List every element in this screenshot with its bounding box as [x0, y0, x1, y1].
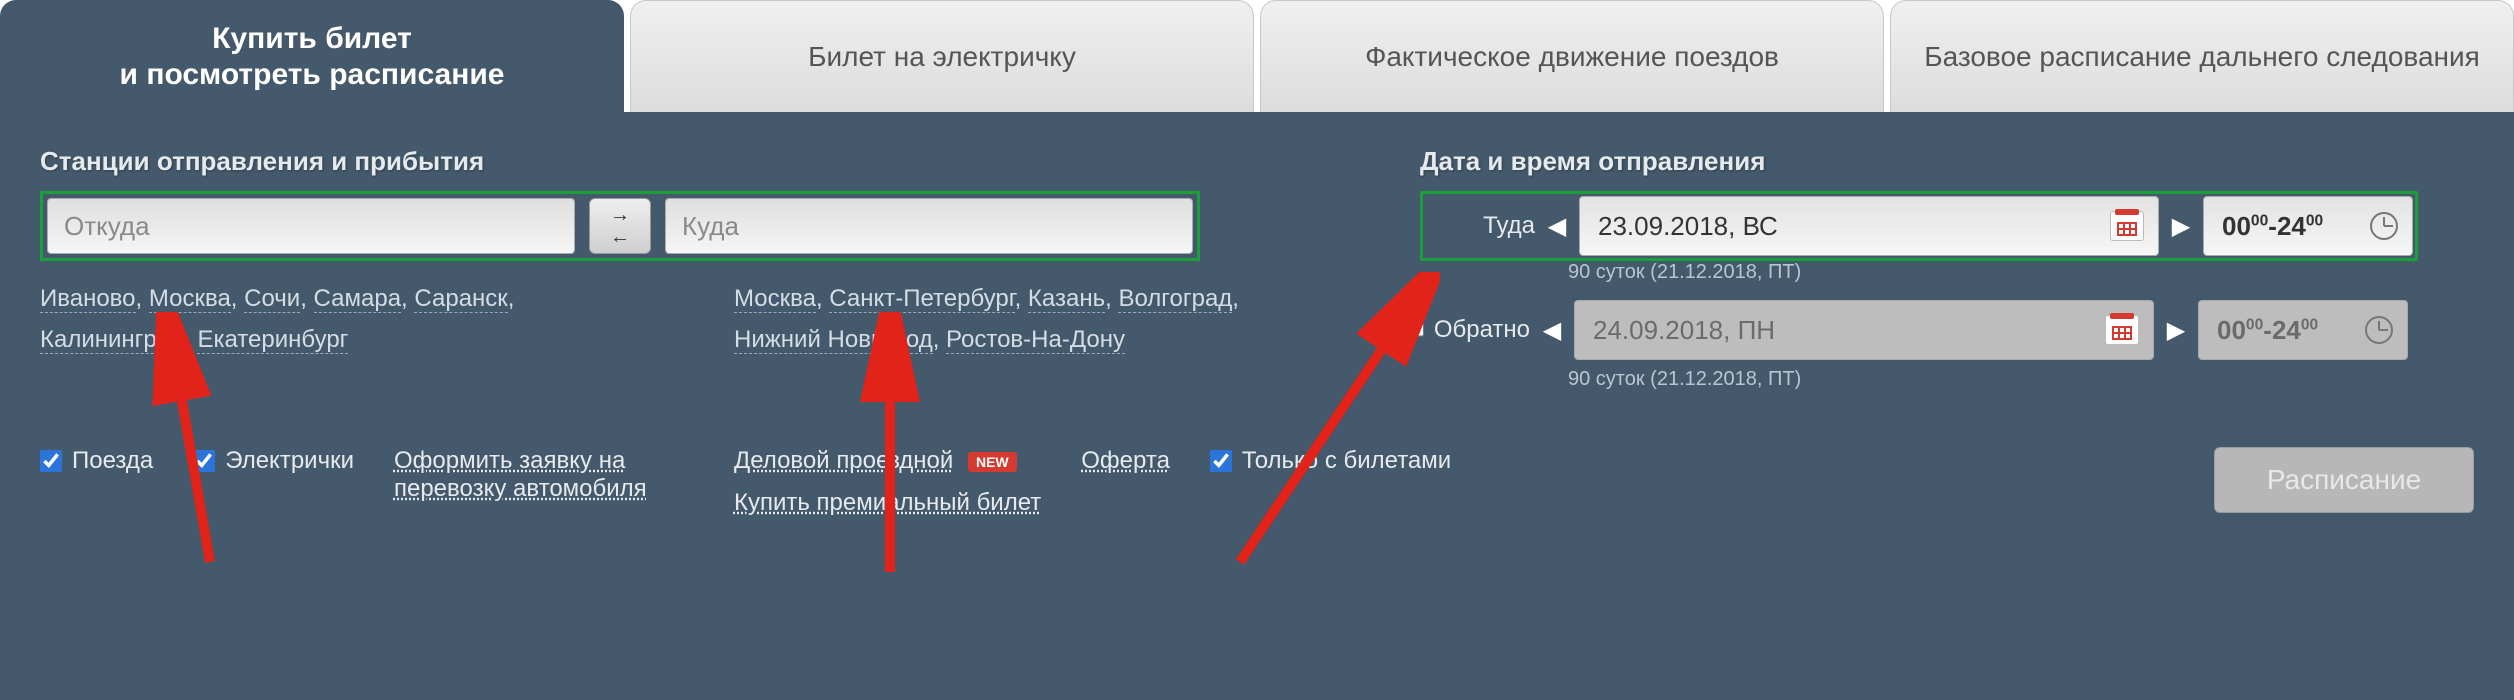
date-prev-button[interactable]: ◀ [1547, 209, 1567, 243]
offer-link[interactable]: Оферта [1081, 447, 1170, 475]
from-quick-links: Иваново, Москва, Сочи, Самара, Саранск, … [40, 279, 600, 361]
local-checkbox[interactable] [193, 450, 215, 472]
trains-checkbox-wrap[interactable]: Поезда [40, 447, 153, 475]
there-date-value: 23.09.2018, ВС [1598, 211, 1778, 242]
there-label: Туда [1425, 212, 1535, 240]
arrow-left-icon: ← [610, 227, 630, 247]
to-quick-link[interactable]: Нижний Новгород [734, 326, 933, 354]
tab-buy-ticket[interactable]: Купить билет и посмотреть расписание [0, 0, 624, 112]
arrow-right-icon: → [610, 205, 630, 225]
back-time-value: 0000-2400 [2217, 315, 2318, 346]
trains-checkbox[interactable] [40, 450, 62, 472]
there-note: 90 суток (21.12.2018, ПТ) [1568, 261, 2474, 284]
from-quick-link[interactable]: Калининград [40, 326, 184, 354]
tab-local-train[interactable]: Билет на электричку [630, 0, 1254, 112]
to-quick-link[interactable]: Казань [1028, 285, 1105, 313]
dates-block: Дата и время отправления Туда ◀ 23.09.20… [1420, 146, 2474, 407]
from-quick-link[interactable]: Сочи [244, 285, 300, 313]
to-quick-link[interactable]: Москва [734, 285, 816, 313]
bottom-row: Поезда Электрички Оформить заявку на пер… [40, 447, 2474, 517]
back-date-field[interactable]: 24.09.2018, ПН [1574, 300, 2154, 360]
business-pass-link[interactable]: Деловой проездной [734, 447, 953, 474]
from-quick-link[interactable]: Саранск [414, 285, 507, 313]
tab-actual-movement[interactable]: Фактическое движение поездов [1260, 0, 1884, 112]
there-row-outline: Туда ◀ 23.09.2018, ВС ▶ 0000-2400 [1420, 191, 2418, 261]
from-quick-link[interactable]: Иваново [40, 285, 136, 313]
return-checkbox[interactable] [1411, 319, 1424, 341]
there-time-value: 0000-2400 [2222, 211, 2323, 242]
from-input[interactable] [47, 198, 575, 254]
car-transport-link[interactable]: Оформить заявку на перевозку автомобиля [394, 447, 647, 502]
tabs-bar: Купить билет и посмотреть расписание Бил… [0, 0, 2514, 112]
only-tickets-wrap[interactable]: Только с билетами [1210, 447, 1451, 475]
to-input[interactable] [665, 198, 1193, 254]
stations-title: Станции отправления и прибытия [40, 146, 1340, 177]
to-quick-link[interactable]: Санкт-Петербург [829, 285, 1014, 313]
search-panel: Станции отправления и прибытия → ← Ивано… [0, 112, 2514, 541]
clock-icon [2370, 212, 2398, 240]
tab-base-schedule[interactable]: Базовое расписание дальнего следования [1890, 0, 2514, 112]
from-quick-link[interactable]: Екатеринбург [197, 326, 348, 354]
dates-title: Дата и время отправления [1420, 146, 2474, 177]
back-date-prev-button[interactable]: ◀ [1542, 313, 1562, 347]
to-quick-links: Москва, Санкт-Петербург, Казань, Волгогр… [734, 279, 1294, 361]
date-next-button[interactable]: ▶ [2171, 209, 2191, 243]
premium-ticket-link[interactable]: Купить премиальный билет [734, 489, 1041, 517]
back-time-field[interactable]: 0000-2400 [2198, 300, 2408, 360]
back-date-value: 24.09.2018, ПН [1593, 315, 1775, 346]
to-quick-link[interactable]: Ростов-На-Дону [946, 326, 1125, 354]
back-note: 90 суток (21.12.2018, ПТ) [1568, 368, 2474, 391]
new-badge: NEW [968, 452, 1017, 472]
swap-button[interactable]: → ← [589, 198, 651, 254]
calendar-icon [2105, 315, 2139, 345]
there-date-field[interactable]: 23.09.2018, ВС [1579, 196, 2159, 256]
back-label: Обратно [1420, 316, 1530, 344]
schedule-button[interactable]: Расписание [2214, 447, 2474, 513]
there-time-field[interactable]: 0000-2400 [2203, 196, 2413, 256]
from-quick-link[interactable]: Самара [314, 285, 402, 313]
station-inputs-wrap: → ← [40, 191, 1200, 261]
calendar-icon [2110, 211, 2144, 241]
clock-icon [2365, 316, 2393, 344]
to-quick-link[interactable]: Волгоград [1118, 285, 1232, 313]
only-tickets-checkbox[interactable] [1210, 450, 1232, 472]
from-quick-link[interactable]: Москва [149, 285, 231, 313]
stations-block: Станции отправления и прибытия → ← Ивано… [40, 146, 1340, 361]
local-checkbox-wrap[interactable]: Электрички [193, 447, 354, 475]
back-date-next-button[interactable]: ▶ [2166, 313, 2186, 347]
